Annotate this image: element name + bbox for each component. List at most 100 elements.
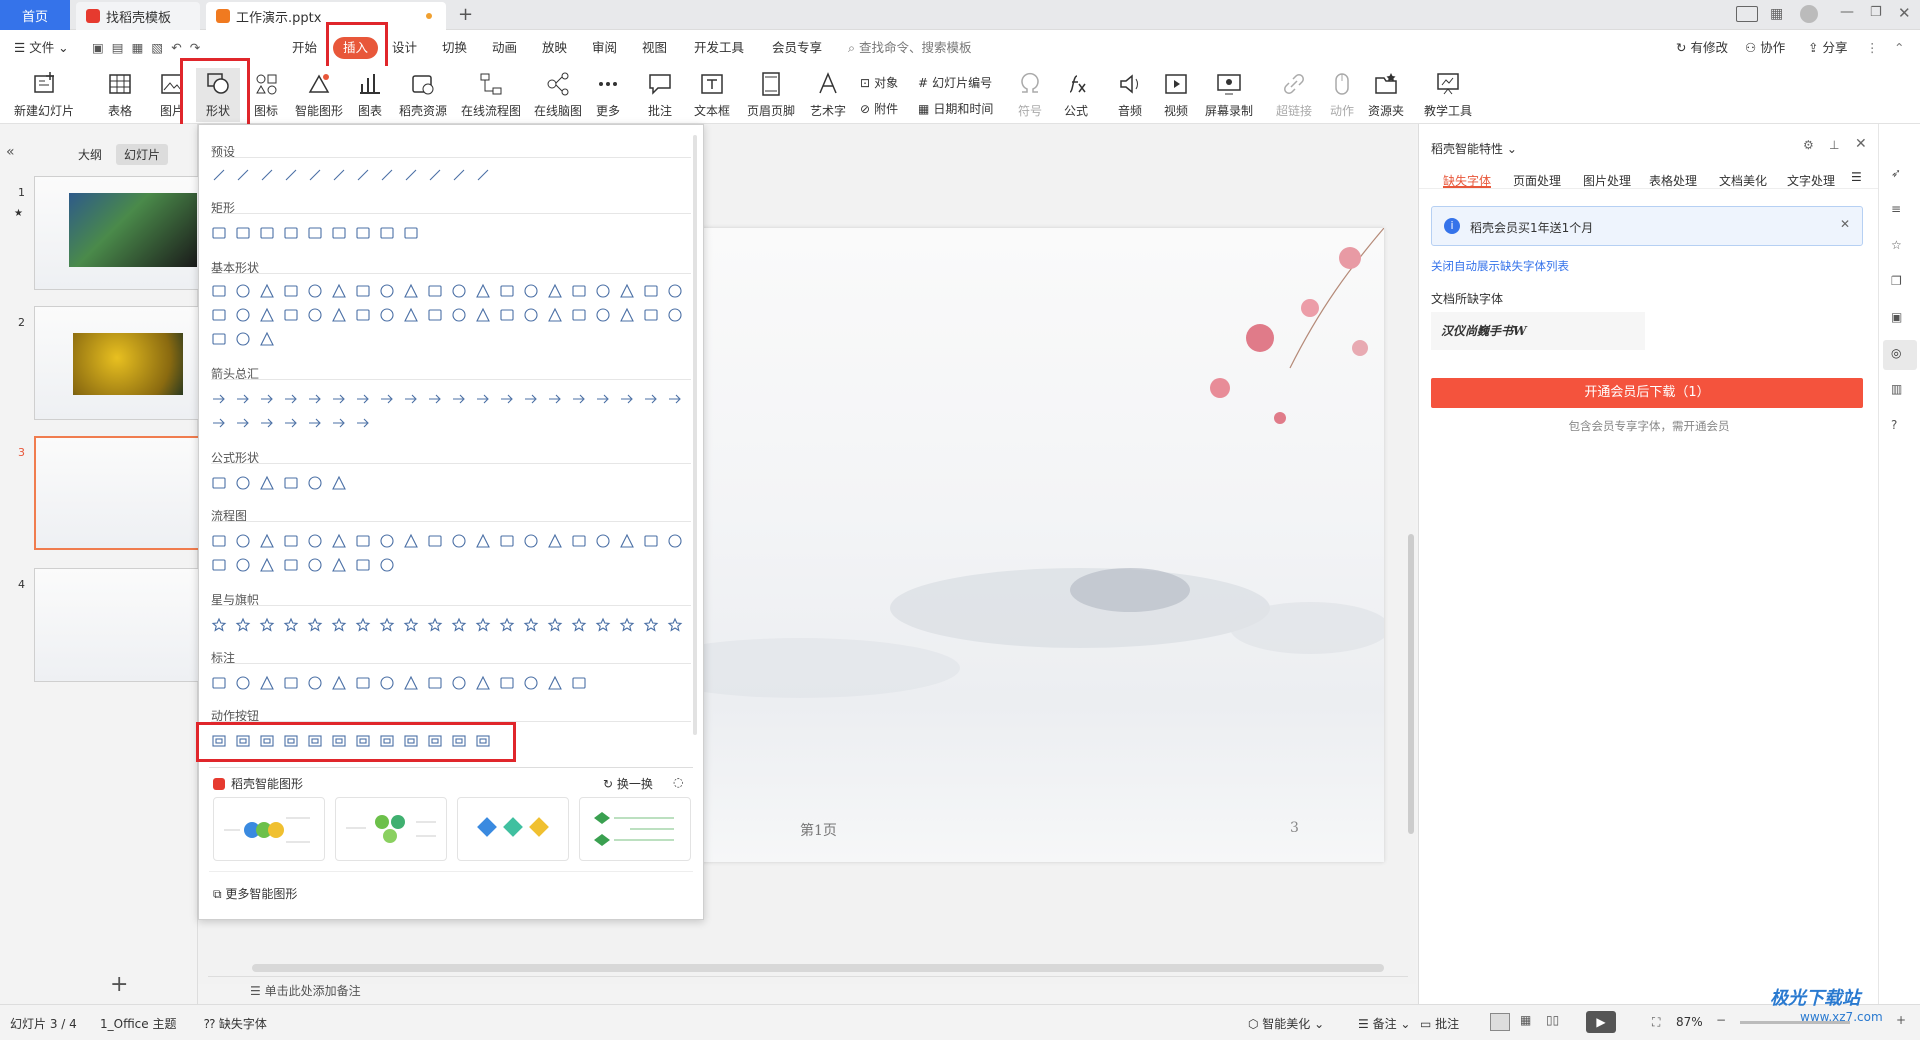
shape-option[interactable]: [211, 167, 227, 183]
shape-option[interactable]: [403, 307, 419, 323]
collab-button[interactable]: ⚇ 协作: [1745, 30, 1785, 66]
resource-folder-button[interactable]: 资源夹: [1366, 68, 1406, 122]
shape-option[interactable]: [571, 675, 587, 691]
shape-option[interactable]: [283, 415, 299, 431]
shape-option[interactable]: [331, 391, 347, 407]
menu-insert[interactable]: 插入: [333, 37, 379, 59]
shape-option[interactable]: [307, 283, 323, 299]
shape-option[interactable]: [283, 283, 299, 299]
notes-area[interactable]: ☰ 单击此处添加备注: [250, 982, 361, 999]
shape-option[interactable]: [403, 391, 419, 407]
textbox-button[interactable]: 文本框: [690, 68, 734, 122]
sliders-icon[interactable]: ≡: [1891, 202, 1901, 216]
shape-option[interactable]: [283, 617, 299, 633]
shape-option[interactable]: [451, 307, 467, 323]
shape-option[interactable]: [427, 307, 443, 323]
shape-option[interactable]: [355, 283, 371, 299]
shape-option[interactable]: [499, 391, 515, 407]
collapse-ribbon-icon[interactable]: ⌃: [1894, 30, 1904, 66]
shape-option[interactable]: [307, 617, 323, 633]
shape-option[interactable]: [235, 617, 251, 633]
shape-option[interactable]: [331, 617, 347, 633]
shape-option[interactable]: [331, 533, 347, 549]
shape-option[interactable]: [451, 283, 467, 299]
wordart-button[interactable]: 艺术字: [806, 68, 850, 122]
smart-graphic-card[interactable]: [579, 797, 691, 861]
datetime-button[interactable]: ▦ 日期和时间: [918, 100, 993, 117]
shape-option[interactable]: [571, 283, 587, 299]
shape-option[interactable]: [355, 733, 371, 749]
action-button[interactable]: 动作: [1326, 68, 1358, 122]
download-button[interactable]: 开通会员后下载（1）: [1431, 378, 1863, 408]
new-tab-icon[interactable]: +: [458, 4, 473, 25]
shape-option[interactable]: [259, 415, 275, 431]
more-options-icon[interactable]: ⋮: [1866, 30, 1879, 66]
shape-option[interactable]: [475, 617, 491, 633]
shape-option[interactable]: [427, 391, 443, 407]
shape-option[interactable]: [211, 617, 227, 633]
copy-icon[interactable]: ❐: [1891, 274, 1902, 288]
shape-option[interactable]: [403, 283, 419, 299]
menu-transition[interactable]: 切换: [442, 30, 467, 66]
smart-graphic-card[interactable]: [457, 797, 569, 861]
shape-option[interactable]: [643, 391, 659, 407]
fit-window-icon[interactable]: ⛶: [1652, 1015, 1660, 1030]
shape-option[interactable]: [379, 617, 395, 633]
shape-option[interactable]: [643, 307, 659, 323]
shape-option[interactable]: [283, 733, 299, 749]
shape-option[interactable]: [211, 675, 227, 691]
shape-option[interactable]: [547, 533, 563, 549]
menu-slideshow[interactable]: 放映: [542, 30, 567, 66]
star-icon[interactable]: ☆: [1891, 238, 1902, 252]
font-sample[interactable]: 汉仪尚巍手书W: [1431, 312, 1645, 350]
tab-docer-templates[interactable]: 找稻壳模板: [76, 2, 200, 30]
shape-option[interactable]: [235, 533, 251, 549]
formula-button[interactable]: 公式: [1058, 68, 1094, 122]
more-smart-graphics[interactable]: ⧉ 更多智能图形: [213, 885, 297, 902]
search-box[interactable]: ⌕ 查找命令、搜索模板: [848, 30, 972, 66]
rocket-icon[interactable]: ➶: [1891, 166, 1901, 180]
shape-option[interactable]: [571, 307, 587, 323]
menu-view[interactable]: 视图: [642, 30, 667, 66]
shape-option[interactable]: [523, 307, 539, 323]
shape-option[interactable]: [235, 475, 251, 491]
zoom-out-icon[interactable]: −: [1716, 1013, 1726, 1027]
shape-option[interactable]: [331, 557, 347, 573]
shape-option[interactable]: [307, 167, 323, 183]
attachment-button[interactable]: ⊘ 附件: [860, 100, 898, 117]
comment-button[interactable]: 批注: [642, 68, 678, 122]
shape-option[interactable]: [379, 391, 395, 407]
shape-option[interactable]: [427, 675, 443, 691]
menu-developer[interactable]: 开发工具: [694, 30, 744, 66]
shape-option[interactable]: [475, 733, 491, 749]
shape-option[interactable]: [283, 557, 299, 573]
slide-number-button[interactable]: # 幻灯片编号: [918, 74, 992, 91]
shape-option[interactable]: [211, 331, 227, 347]
shape-option[interactable]: [451, 533, 467, 549]
shape-option[interactable]: [523, 391, 539, 407]
avatar[interactable]: [1800, 5, 1818, 23]
shape-option[interactable]: [259, 675, 275, 691]
shape-option[interactable]: [283, 533, 299, 549]
shape-option[interactable]: [259, 391, 275, 407]
shape-option[interactable]: [259, 475, 275, 491]
shape-option[interactable]: [427, 167, 443, 183]
shape-option[interactable]: [451, 617, 467, 633]
shape-option[interactable]: [235, 733, 251, 749]
shape-option[interactable]: [235, 391, 251, 407]
smart-graphic-card[interactable]: [213, 797, 325, 861]
shape-option[interactable]: [499, 283, 515, 299]
shape-option[interactable]: [403, 675, 419, 691]
shape-option[interactable]: [355, 307, 371, 323]
tab-page-process[interactable]: 页面处理: [1513, 172, 1561, 189]
shape-option[interactable]: [427, 283, 443, 299]
shape-option[interactable]: [259, 307, 275, 323]
shape-option[interactable]: [571, 533, 587, 549]
slide-canvas[interactable]: 第1页 3: [660, 228, 1384, 862]
shape-option[interactable]: [499, 617, 515, 633]
pin-icon[interactable]: ⊥: [1829, 138, 1839, 152]
shape-option[interactable]: [403, 733, 419, 749]
shape-option[interactable]: [667, 617, 683, 633]
shape-option[interactable]: [307, 675, 323, 691]
shape-option[interactable]: [379, 733, 395, 749]
